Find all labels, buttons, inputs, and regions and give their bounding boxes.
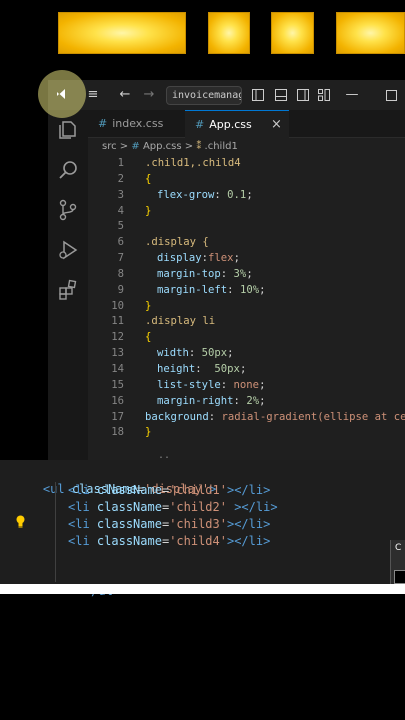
code-text: display:flex; bbox=[157, 252, 240, 265]
toggle-secondary-sidebar-icon[interactable] bbox=[294, 80, 312, 110]
code-text: background: radial-gradient(ellipse at c… bbox=[145, 410, 405, 423]
breadcrumb: src > # App.css > ⁑ .child1 bbox=[102, 141, 238, 152]
line-number: 4 bbox=[117, 204, 124, 217]
jsx-code-panel[interactable]: <ul className='display'> <li className='… bbox=[0, 460, 405, 598]
code-line: 13 width: 50px; bbox=[88, 346, 405, 362]
menu-icon[interactable]: ≡ bbox=[84, 80, 102, 110]
maximize-icon[interactable] bbox=[382, 80, 400, 110]
code-line: 14 height: 50px; bbox=[88, 362, 405, 378]
rendered-preview bbox=[0, 10, 405, 56]
line-number: 9 bbox=[117, 283, 124, 296]
line-number: 6 bbox=[117, 236, 124, 249]
customize-layout-icon[interactable] bbox=[315, 80, 333, 110]
line-number: 2 bbox=[117, 172, 124, 185]
line-number: 17 bbox=[111, 410, 124, 423]
code-text: } bbox=[145, 204, 152, 217]
preview-child1 bbox=[58, 12, 186, 54]
line-number: 8 bbox=[117, 267, 124, 280]
extensions-icon[interactable] bbox=[56, 278, 80, 302]
code-text: height: 50px; bbox=[157, 362, 247, 375]
toggle-primary-sidebar-icon[interactable] bbox=[249, 80, 267, 110]
li-line: <li className='child3'></li> bbox=[68, 517, 271, 531]
preview-child4 bbox=[336, 12, 405, 54]
white-strip bbox=[0, 584, 405, 594]
line-number: 7 bbox=[117, 252, 124, 265]
code-text: { bbox=[145, 331, 152, 344]
forward-arrow-icon[interactable]: → bbox=[140, 80, 158, 110]
li-line: <li className='child1'></li> bbox=[68, 483, 271, 497]
ul-close-line: </ul> bbox=[55, 566, 120, 598]
code-text: flex-grow: 0.1; bbox=[157, 188, 253, 201]
ul-open-line: <ul className='display'> bbox=[42, 482, 217, 496]
activity-bar bbox=[48, 110, 88, 460]
line-number: 5 bbox=[117, 220, 124, 233]
breadcrumb-selector[interactable]: .child1 bbox=[205, 141, 238, 152]
code-text: } bbox=[145, 299, 152, 312]
search-icon[interactable] bbox=[56, 158, 80, 182]
line-number: 16 bbox=[111, 394, 124, 407]
li-line: <li className='child2' ></li> bbox=[68, 500, 278, 514]
code-line: 5 bbox=[88, 219, 405, 235]
lightbulb-icon[interactable] bbox=[15, 515, 26, 528]
tab-index-css[interactable]: # index.css bbox=[88, 110, 184, 138]
tab-label: App.css bbox=[209, 118, 252, 131]
close-icon[interactable]: × bbox=[271, 111, 282, 139]
line-number: 1 bbox=[117, 157, 124, 169]
code-text: { bbox=[145, 172, 152, 185]
code-line: 16 margin-right: 2%; bbox=[88, 394, 405, 410]
side-preview-panel: C bbox=[390, 540, 405, 588]
code-line: 6 .display { bbox=[88, 235, 405, 251]
code-line: 10} bbox=[88, 299, 405, 315]
breadcrumb-src[interactable]: src bbox=[102, 141, 117, 152]
breadcrumb-file[interactable]: App.css bbox=[143, 141, 182, 152]
vscode-icon[interactable] bbox=[56, 88, 68, 100]
code-text: width: 50px; bbox=[157, 347, 234, 360]
code-line: 2{ bbox=[88, 172, 405, 188]
code-line: 8 margin-top: 3%; bbox=[88, 267, 405, 283]
line-number: 18 bbox=[111, 426, 124, 439]
tab-app-css[interactable]: # App.css × bbox=[185, 110, 289, 138]
code-line: 4} bbox=[88, 204, 405, 220]
command-center-search[interactable]: invoicemanagm bbox=[166, 86, 242, 105]
line-number: 15 bbox=[111, 378, 124, 391]
code-line: 7 display:flex; bbox=[88, 251, 405, 267]
code-editor[interactable]: 1 .child1,.child4 2{3 flex-grow: 0.1; 4} 5 6 .d… bbox=[88, 156, 405, 441]
line-number: 10 bbox=[111, 299, 124, 312]
line-number: 11 bbox=[111, 315, 124, 328]
line-number: 14 bbox=[111, 362, 124, 375]
toggle-panel-icon[interactable] bbox=[272, 80, 290, 110]
code-text: margin-top: 3%; bbox=[157, 267, 253, 280]
line-number: 13 bbox=[111, 347, 124, 360]
code-line: 12 { bbox=[88, 330, 405, 346]
editor-area: # index.css # App.css × src > # App.css > … bbox=[88, 110, 405, 461]
code-line: 18} bbox=[88, 425, 405, 441]
explorer-icon[interactable] bbox=[56, 118, 80, 142]
code-text: .display li bbox=[145, 315, 216, 328]
editor-tabs: # index.css # App.css × bbox=[88, 110, 405, 138]
code-text: list-style: none; bbox=[157, 378, 266, 391]
code-line: 15 list-style: none; bbox=[88, 378, 405, 394]
preview-child3 bbox=[271, 12, 314, 54]
code-text: .child1,.child4 bbox=[145, 157, 241, 169]
preview-child2 bbox=[208, 12, 250, 54]
title-bar: ≡ ← → invoicemanagm — bbox=[48, 80, 405, 110]
source-control-icon[interactable] bbox=[56, 198, 80, 222]
code-text: margin-right: 2%; bbox=[157, 394, 266, 407]
line-number: 3 bbox=[117, 188, 124, 201]
minimize-icon[interactable]: — bbox=[343, 80, 361, 110]
code-line: 1 .child1,.child4 bbox=[88, 156, 405, 172]
code-line: 17 background: radial-gradient(ellipse at… bbox=[88, 410, 405, 426]
code-text: } bbox=[145, 426, 152, 439]
code-text: .display { bbox=[145, 236, 209, 249]
tab-label: index.css bbox=[112, 117, 164, 130]
line-number: 12 bbox=[111, 331, 124, 344]
li-line: <li className='child4'></li> bbox=[68, 534, 271, 548]
code-text: margin-left: 10%; bbox=[157, 283, 266, 296]
code-line: 9 margin-left: 10%; bbox=[88, 283, 405, 299]
code-line: 3 flex-grow: 0.1; bbox=[88, 188, 405, 204]
back-arrow-icon[interactable]: ← bbox=[116, 80, 134, 110]
code-line: 11 .display li bbox=[88, 314, 405, 330]
run-debug-icon[interactable] bbox=[56, 238, 80, 262]
